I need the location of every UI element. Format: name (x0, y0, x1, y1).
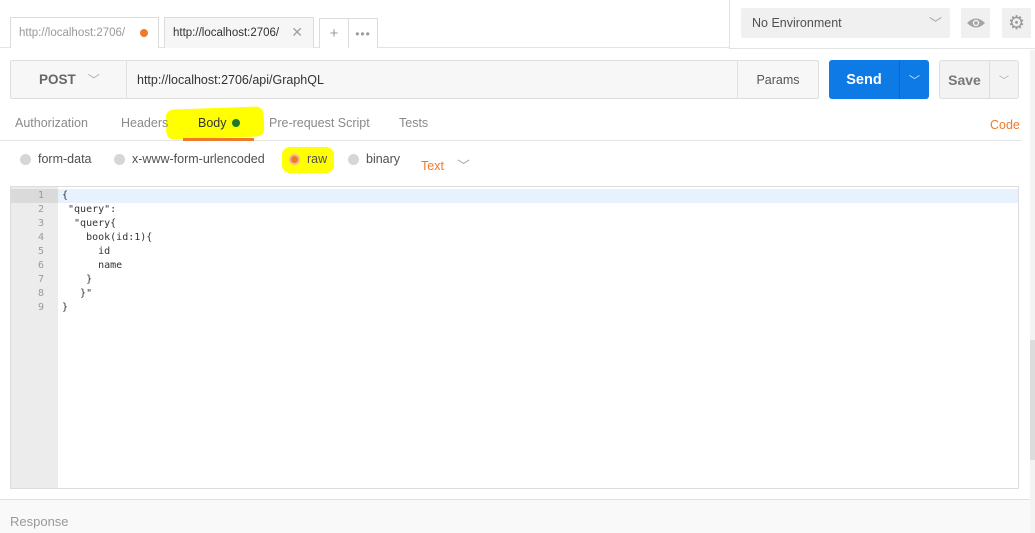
line-number: 5 (37, 246, 44, 257)
close-icon[interactable]: ✕ (291, 24, 303, 41)
editor-line[interactable]: 1{ (11, 189, 1018, 203)
radio-form-data[interactable]: form-data (20, 152, 92, 166)
url-input[interactable]: http://localhost:2706/api/GraphQL (137, 61, 324, 98)
chevron-down-icon: ﹀ (999, 76, 1009, 87)
radio-label: binary (366, 152, 401, 166)
body-editor[interactable]: 1{2 "query": 3 "query{4 book(id:1){5 id 6 … (10, 186, 1019, 489)
line-content: { (62, 190, 69, 201)
line-content: "query{ (62, 218, 117, 229)
environment-select[interactable]: No Environment ﹀ (741, 8, 950, 38)
params-button[interactable]: Params (737, 61, 818, 98)
divider (729, 48, 1035, 49)
editor-line[interactable]: 4 book(id:1){ (11, 231, 1018, 245)
eye-icon (966, 18, 985, 28)
line-number: 9 (37, 302, 44, 313)
save-options-button[interactable]: ﹀ (989, 61, 1018, 98)
line-number: 3 (37, 218, 44, 229)
line-number: 2 (37, 204, 44, 215)
editor-line[interactable]: 7 } (11, 273, 1018, 287)
response-label: Response (10, 514, 69, 529)
new-tab-button[interactable]: + (319, 18, 349, 48)
send-button-group: Send ﹀ (829, 60, 929, 99)
divider (729, 0, 730, 48)
scrollbar-thumb[interactable] (1030, 340, 1035, 460)
radio-binary[interactable]: binary (348, 152, 400, 166)
method-select[interactable]: POST ﹀ (11, 61, 127, 98)
line-number: 4 (37, 232, 44, 243)
editor-line[interactable]: 9} (11, 301, 1018, 315)
save-button[interactable]: Save (940, 61, 989, 98)
radio-icon (348, 153, 359, 165)
more-icon: ••• (355, 26, 371, 41)
environment-quick-look-button[interactable] (961, 8, 990, 38)
tab-body[interactable]: Body (198, 116, 240, 130)
request-tab[interactable]: http://localhost:2706/ (10, 17, 159, 48)
request-tab-active[interactable]: http://localhost:2706/ ✕ (164, 17, 314, 48)
unsaved-dot-icon (140, 29, 148, 37)
radio-label: x-www-form-urlencoded (132, 152, 265, 166)
tab-label: http://localhost:2706/ (173, 27, 280, 39)
content-type-select[interactable]: Text ﹀ (421, 155, 470, 174)
line-number: 7 (37, 274, 44, 285)
chevron-down-icon: ﹀ (457, 159, 470, 173)
body-type-options: form-data x-www-form-urlencoded raw bina… (0, 146, 1020, 176)
plus-icon: + (329, 25, 339, 42)
tab-label: http://localhost:2706/ (19, 27, 126, 39)
gear-icon: ⚙ (1007, 12, 1026, 34)
line-number: 6 (37, 260, 44, 271)
line-number: 8 (37, 288, 44, 299)
line-number: 1 (11, 189, 58, 203)
radio-label: raw (307, 152, 328, 166)
request-tab-bar: http://localhost:2706/ http://localhost:… (0, 0, 730, 48)
editor-line[interactable]: 8 }" (11, 287, 1018, 301)
tab-pre-request-script[interactable]: Pre-request Script (269, 116, 370, 130)
active-tab-indicator (183, 138, 254, 141)
send-options-button[interactable]: ﹀ (899, 60, 929, 99)
more-tabs-button[interactable]: ••• (348, 18, 378, 48)
postman-window: http://localhost:2706/ http://localhost:… (0, 0, 1035, 533)
line-content: name (62, 260, 123, 271)
manage-environments-button[interactable]: ⚙ (1002, 8, 1031, 38)
radio-icon (20, 153, 31, 165)
response-panel: Response (0, 500, 1030, 533)
method-label: POST (39, 72, 76, 87)
tab-body-label: Body (198, 116, 227, 130)
body-indicator-icon (231, 119, 240, 127)
environment-label: No Environment (752, 16, 842, 30)
code-link[interactable]: Code (990, 118, 1020, 132)
chevron-down-icon: ﹀ (909, 74, 920, 87)
editor-line[interactable]: 5 id (11, 245, 1018, 259)
line-content: }" (62, 288, 93, 299)
editor-line[interactable]: 3 "query{ (11, 217, 1018, 231)
editor-line[interactable]: 6 name (11, 259, 1018, 273)
tab-tests[interactable]: Tests (399, 116, 428, 130)
radio-selected-icon (289, 153, 300, 165)
content-type-label: Text (421, 159, 444, 173)
save-button-group: Save ﹀ (939, 60, 1019, 99)
chevron-down-icon: ﹀ (87, 73, 100, 87)
line-content: "query": (62, 204, 117, 215)
url-bar: POST ﹀ http://localhost:2706/api/GraphQL… (10, 60, 819, 99)
url-value: http://localhost:2706/api/GraphQL (137, 72, 324, 87)
send-button[interactable]: Send (829, 60, 899, 99)
line-content: } (62, 274, 93, 285)
line-content: id (62, 246, 111, 257)
radio-raw[interactable]: raw (289, 152, 327, 166)
chevron-down-icon: ﹀ (928, 16, 942, 31)
scrollbar[interactable] (1030, 50, 1035, 533)
editor-line[interactable]: 2 "query": (11, 203, 1018, 217)
radio-x-www-form-urlencoded[interactable]: x-www-form-urlencoded (114, 152, 265, 166)
request-section-tabs: Authorization Headers Body Pre-request S… (0, 106, 1022, 141)
radio-label: form-data (38, 152, 92, 166)
params-label: Params (756, 72, 800, 87)
line-content: } (62, 302, 69, 313)
line-content: book(id:1){ (62, 232, 153, 243)
radio-icon (114, 153, 125, 165)
tab-headers[interactable]: Headers (121, 116, 168, 130)
tab-authorization[interactable]: Authorization (15, 116, 88, 130)
